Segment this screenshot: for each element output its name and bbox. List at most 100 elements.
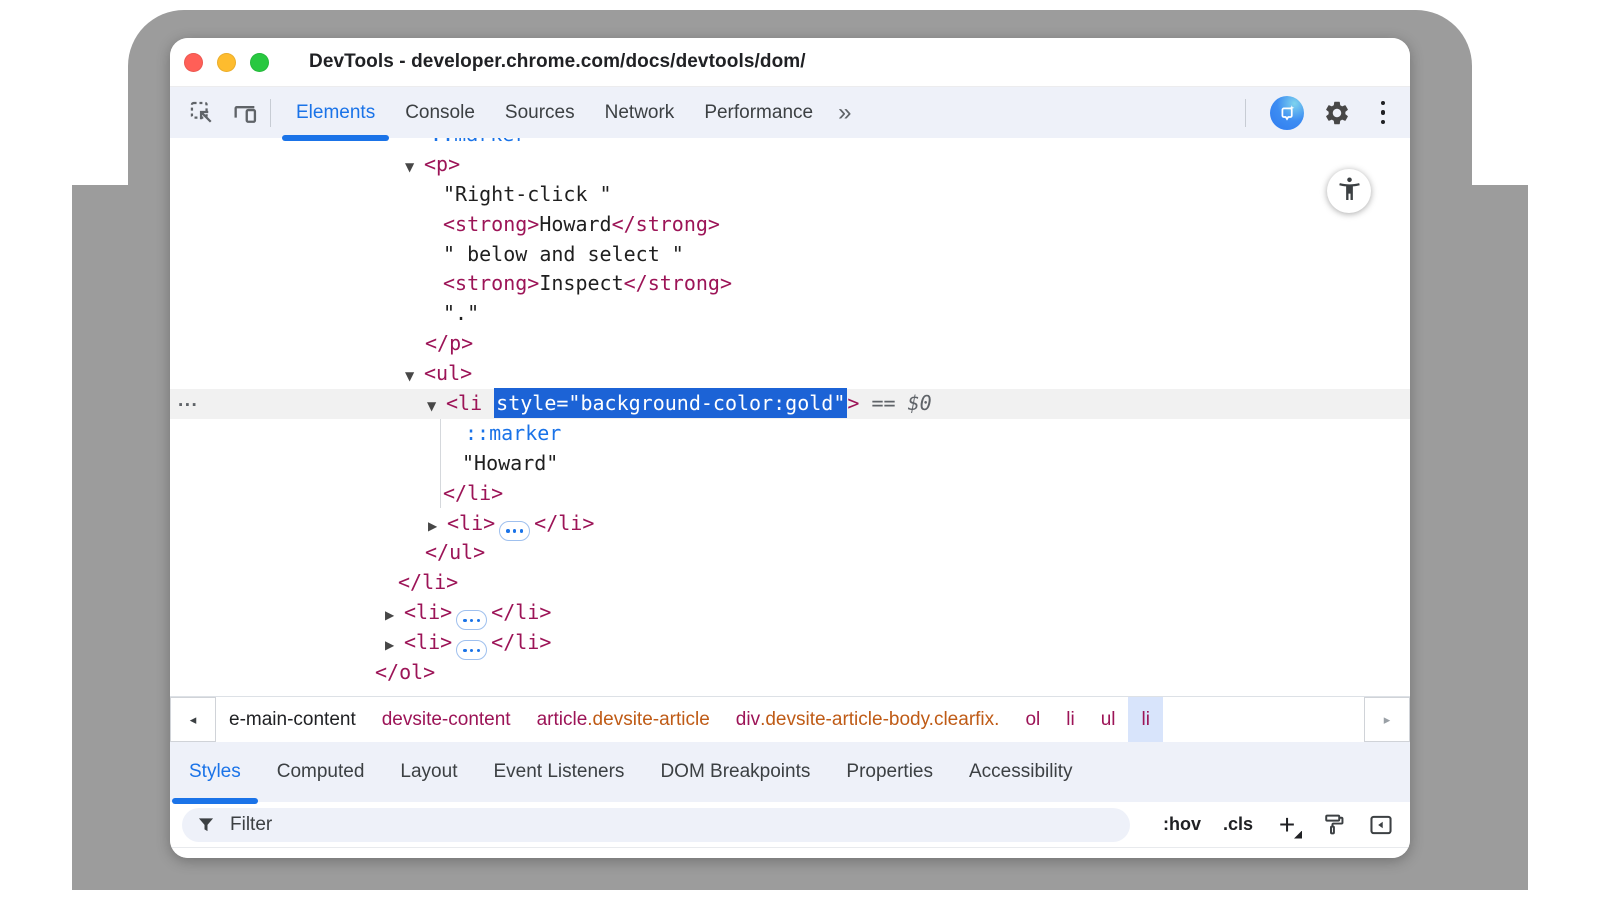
filter-funnel-icon: [196, 815, 216, 835]
sidebar-tab-properties[interactable]: Properties: [828, 742, 951, 802]
sidebar-tab-dom-breakpoints[interactable]: DOM Breakpoints: [642, 742, 828, 802]
breadcrumb-item[interactable]: ol: [1012, 697, 1053, 742]
dom-tree-row[interactable]: " below and select ": [170, 240, 1410, 270]
panel-tab-console[interactable]: Console: [390, 87, 490, 138]
dom-tree-row[interactable]: </ul>: [170, 538, 1410, 568]
selected-attribute: style="background-color:gold": [494, 388, 847, 418]
dock-sidebar-icon[interactable]: [1368, 812, 1394, 838]
breadcrumb-item[interactable]: e-main-content: [216, 697, 369, 742]
panel-tab-elements[interactable]: Elements: [281, 87, 390, 138]
breadcrumb-part: ol: [1025, 709, 1040, 731]
toggle-class-button[interactable]: .cls: [1223, 814, 1253, 835]
filter-field[interactable]: [182, 808, 1130, 842]
tag-token: <strong>: [443, 271, 539, 295]
filter-input[interactable]: [228, 813, 1124, 837]
dom-tree-row[interactable]: ▼<ul>: [170, 359, 1410, 389]
toolbar-right-group: [1235, 96, 1394, 130]
panel-tab-performance[interactable]: Performance: [689, 87, 828, 138]
dom-tree-row[interactable]: ▶<li></li>: [170, 509, 1410, 539]
breadcrumb-items: e-main-contentdevsite-contentarticle.dev…: [216, 697, 1163, 742]
equals-token: ==: [859, 391, 907, 415]
hidden-rules-dots-icon[interactable]: ...: [178, 386, 198, 416]
toolbar-right-divider: [1245, 99, 1246, 127]
breadcrumb-part: li: [1141, 709, 1149, 731]
toggle-element-state-button[interactable]: :hov: [1163, 814, 1201, 835]
sidebar-tab-layout[interactable]: Layout: [382, 742, 475, 802]
panel-tab-sources[interactable]: Sources: [490, 87, 590, 138]
sidebar-tab-event-listeners[interactable]: Event Listeners: [475, 742, 642, 802]
inspect-element-icon[interactable]: [186, 98, 216, 128]
dom-tree-row[interactable]: ▼<p>: [170, 150, 1410, 180]
tag-token: </li>: [443, 481, 503, 505]
sidebar-tab-accessibility[interactable]: Accessibility: [951, 742, 1090, 802]
sidebar-tab-styles[interactable]: Styles: [171, 742, 259, 802]
expand-arrow-icon[interactable]: ▶: [428, 512, 447, 542]
tag-token: <ul>: [424, 361, 472, 385]
breadcrumb-item[interactable]: article.devsite-article: [524, 697, 723, 742]
dom-tree-row[interactable]: "Howard": [170, 449, 1410, 479]
breadcrumb-part: ul: [1101, 709, 1116, 731]
dom-tree-row[interactable]: ::marker: [170, 419, 1410, 449]
dom-tree-row[interactable]: </li>: [170, 479, 1410, 509]
text-token: "Howard": [462, 451, 558, 475]
ai-assistance-icon[interactable]: [1270, 96, 1304, 130]
dom-tree-row[interactable]: ▶<li> </li>: [170, 628, 1410, 658]
tag-token: <p>: [424, 152, 460, 176]
collapse-arrow-icon[interactable]: ▼: [405, 153, 424, 183]
tag-token: <li>: [404, 630, 452, 654]
tag-token: >: [847, 391, 859, 415]
window-title: DevTools - developer.chrome.com/docs/dev…: [309, 51, 806, 73]
breadcrumb-item-selected[interactable]: li: [1128, 697, 1162, 742]
kebab-menu-icon[interactable]: [1372, 98, 1394, 128]
tag-token: </ol>: [375, 660, 435, 684]
maximize-window-button[interactable]: [250, 53, 269, 72]
breadcrumb-scroll-left-button[interactable]: ◂: [170, 697, 216, 742]
settings-gear-icon[interactable]: [1322, 98, 1352, 128]
breadcrumb-part: article: [537, 709, 588, 731]
text-token: Howard: [539, 212, 611, 236]
dom-tree-row[interactable]: <strong>Inspect</strong>: [170, 269, 1410, 299]
dom-tree-row-selected[interactable]: ...▼<li style="background-color:gold"> =…: [170, 389, 1410, 419]
sidebar-tabs: StylesComputedLayoutEvent ListenersDOM B…: [170, 742, 1410, 802]
dom-tree-row[interactable]: ▶<li></li>: [170, 598, 1410, 628]
new-style-rule-button[interactable]: +: [1275, 815, 1299, 835]
panel-tab-network[interactable]: Network: [590, 87, 690, 138]
accessibility-floating-button[interactable]: [1327, 169, 1371, 213]
dom-tree-row[interactable]: ".": [170, 299, 1410, 329]
expand-arrow-icon[interactable]: ▶: [385, 631, 404, 661]
collapse-arrow-icon[interactable]: ▼: [405, 362, 424, 392]
tag-token: <li>: [447, 511, 495, 535]
new-style-rule-dropdown-icon: [1294, 831, 1302, 839]
breadcrumb-item[interactable]: li: [1053, 697, 1087, 742]
breadcrumb-part: .devsite-article-body.clearfix.: [760, 709, 999, 731]
more-tabs-icon[interactable]: »: [828, 99, 860, 127]
breadcrumb-item[interactable]: devsite-content: [369, 697, 524, 742]
dom-tree-row[interactable]: "Right-click ": [170, 180, 1410, 210]
breadcrumb-item[interactable]: div.devsite-article-body.clearfix.: [723, 697, 1013, 742]
device-toolbar-icon[interactable]: [230, 98, 260, 128]
accessibility-person-icon: [1336, 175, 1363, 207]
dom-tree-row[interactable]: </ol>: [170, 658, 1410, 688]
dom-tree-row[interactable]: <strong>Howard</strong>: [170, 210, 1410, 240]
breadcrumb-part: devsite-content: [382, 709, 511, 731]
pseudo-element-token: ::marker: [465, 421, 561, 445]
window-footer: [170, 848, 1410, 858]
collapse-arrow-icon[interactable]: ▼: [427, 392, 446, 422]
breadcrumb-scroll-right-button[interactable]: ▸: [1364, 697, 1410, 742]
breadcrumb-item[interactable]: ul: [1088, 697, 1129, 742]
expand-arrow-icon[interactable]: ▶: [385, 601, 404, 631]
tag-token: </li>: [491, 630, 551, 654]
dom-tree-row[interactable]: </p>: [170, 329, 1410, 359]
filter-controls: :hov .cls +: [1163, 812, 1394, 838]
dom-tree-row[interactable]: </li>: [170, 568, 1410, 598]
title-bar: DevTools - developer.chrome.com/docs/dev…: [170, 38, 1410, 87]
sidebar-tab-computed[interactable]: Computed: [259, 742, 383, 802]
tag-token: <li>: [404, 600, 452, 624]
tag-token: </li>: [398, 570, 458, 594]
minimize-window-button[interactable]: [217, 53, 236, 72]
close-window-button[interactable]: [184, 53, 203, 72]
paint-roller-icon[interactable]: [1321, 812, 1346, 837]
breadcrumb-part: div: [736, 709, 760, 731]
tag-token: </ul>: [425, 540, 485, 564]
breadcrumb-part: li: [1066, 709, 1074, 731]
